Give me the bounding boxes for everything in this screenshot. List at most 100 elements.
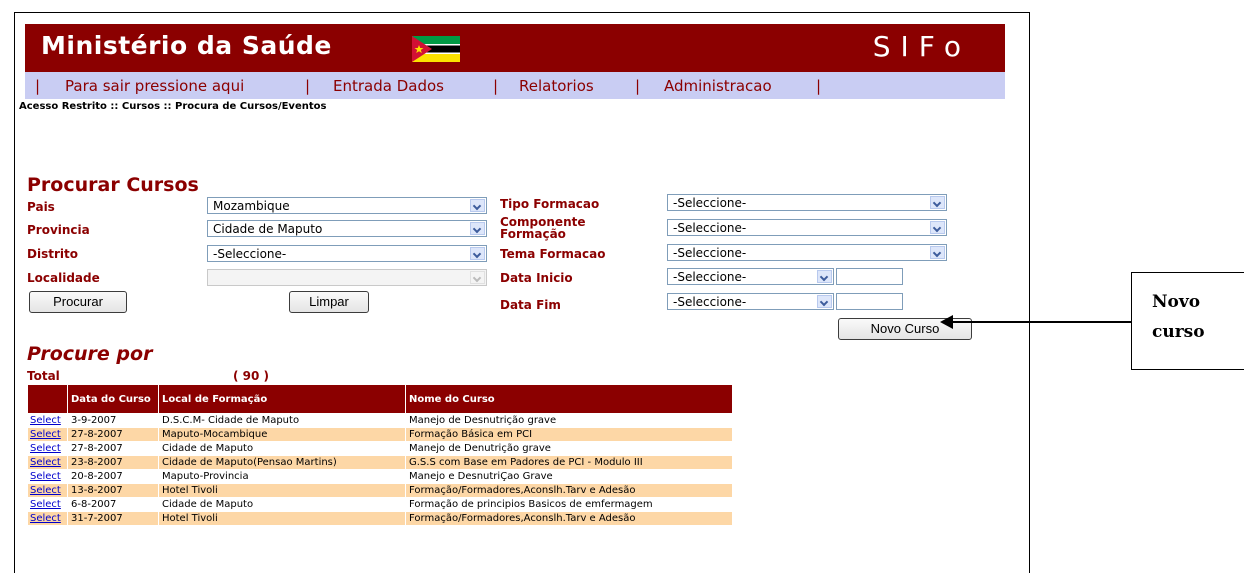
chevron-down-icon (817, 295, 832, 308)
menu-item-sair[interactable]: Para sair pressione aqui (65, 77, 244, 95)
componente-formacao-select[interactable]: -Seleccione- (667, 219, 947, 236)
componente-formacao-label: Componente Formação (500, 215, 586, 241)
cell-nome: G.S.S com Base em Padores de PCI - Modul… (405, 455, 733, 470)
cell-nome: Formação/Formadores,Aconslh.Tarv e Adesã… (405, 511, 733, 526)
cell-data: 6-8-2007 (67, 497, 159, 512)
distrito-label: Distrito (27, 247, 78, 261)
menu-item-entrada-dados[interactable]: Entrada Dados (333, 77, 444, 95)
select-link[interactable]: Select (30, 415, 61, 426)
total-count: ( 90 ) (233, 369, 270, 383)
data-fim-input[interactable] (836, 293, 903, 310)
chevron-down-icon (930, 221, 945, 234)
procurar-button[interactable]: Procurar (29, 291, 127, 313)
mozambique-flag-icon (412, 36, 460, 62)
table-row: Select 27-8-2007 Cidade de Maputo Manejo de… (27, 441, 733, 456)
select-link[interactable]: Select (30, 513, 61, 524)
cell-nome: Manejo de Desnutrição grave (405, 413, 733, 428)
cell-local: Cidade de Maputo (158, 441, 406, 456)
data-fim-select[interactable]: -Seleccione- (667, 293, 834, 310)
data-inicio-label: Data Inicio (500, 271, 573, 285)
cell-nome: Manejo e DesnutriÇao Grave (405, 469, 733, 484)
select-cell: Select (27, 511, 68, 526)
chevron-down-icon (470, 271, 485, 284)
cell-local: Hotel Tivoli (158, 483, 406, 498)
distrito-select[interactable]: -Seleccione- (207, 245, 487, 262)
tipo-formacao-select[interactable]: -Seleccione- (667, 194, 947, 211)
componente-formacao-value: -Seleccione- (673, 221, 747, 235)
cell-data: 31-7-2007 (67, 511, 159, 526)
tema-formacao-select[interactable]: -Seleccione- (667, 244, 947, 261)
chevron-down-icon (930, 246, 945, 259)
provincia-label: Provincia (27, 223, 90, 237)
table-row: Select 13-8-2007 Hotel Tivoli Formação/Form… (27, 483, 733, 498)
tema-formacao-label: Tema Formacao (500, 247, 606, 261)
app-header: Ministério da Saúde SIFo (25, 24, 1005, 72)
cell-data: 3-9-2007 (67, 413, 159, 428)
menu-item-relatorios[interactable]: Relatorios (519, 77, 594, 95)
table-row: Select 3-9-2007 D.S.C.M- Cidade de Maputo M… (27, 413, 733, 428)
cell-data: 20-8-2007 (67, 469, 159, 484)
cell-nome: Formação de principios Basicos de emferm… (405, 497, 733, 512)
cell-data: 27-8-2007 (67, 441, 159, 456)
chevron-down-icon (930, 196, 945, 209)
select-link[interactable]: Select (30, 457, 61, 468)
select-link[interactable]: Select (30, 443, 61, 454)
select-cell: Select (27, 441, 68, 456)
data-fim-label: Data Fim (500, 298, 561, 312)
tipo-formacao-label: Tipo Formacao (500, 197, 600, 211)
select-link[interactable]: Select (30, 485, 61, 496)
callout-line-1: Novo (1152, 292, 1201, 312)
column-header-local: Local de Formação (158, 384, 406, 414)
data-inicio-select[interactable]: -Seleccione- (667, 268, 834, 285)
cell-data: 13-8-2007 (67, 483, 159, 498)
cell-local: Hotel Tivoli (158, 511, 406, 526)
chevron-down-icon (817, 270, 832, 283)
menu-separator: | (35, 77, 41, 95)
menu-separator: | (493, 77, 499, 95)
tema-formacao-value: -Seleccione- (673, 246, 747, 260)
select-cell: Select (27, 413, 68, 428)
cell-data (67, 525, 159, 540)
select-cell: Select (27, 469, 68, 484)
select-cell: Select (27, 427, 68, 442)
data-fim-value: -Seleccione- (673, 295, 747, 309)
breadcrumb: Acesso Restrito :: Cursos :: Procura de … (19, 101, 327, 112)
table-row: Select 20-8-2007 Maputo-Provincia Manejo e … (27, 469, 733, 484)
select-cell: Select (27, 483, 68, 498)
select-link[interactable]: Select (30, 471, 61, 482)
cell-nome: Formação Básica em PCI (405, 427, 733, 442)
chevron-down-icon (470, 247, 485, 260)
provincia-value: Cidade de Maputo (213, 222, 323, 236)
cell-nome (405, 525, 733, 540)
pais-select[interactable]: Mozambique (207, 197, 487, 214)
callout-line-2: curso (1152, 322, 1205, 342)
callout-arrow-line (950, 321, 1131, 323)
search-title: Procurar Cursos (27, 174, 199, 196)
table-row (27, 525, 733, 540)
limpar-button[interactable]: Limpar (289, 291, 369, 313)
results-table: Data do Curso Local de Formação Nome do … (27, 384, 733, 540)
localidade-label: Localidade (27, 271, 100, 285)
cell-local: D.S.C.M- Cidade de Maputo (158, 413, 406, 428)
menu-item-administracao[interactable]: Administracao (664, 77, 772, 95)
menu-bar: | Para sair pressione aqui | Entrada Dad… (25, 72, 1005, 99)
tipo-formacao-value: -Seleccione- (673, 196, 747, 210)
chevron-down-icon (470, 222, 485, 235)
cell-nome: Manejo de Denutrição grave (405, 441, 733, 456)
cell-local: Maputo-Provincia (158, 469, 406, 484)
select-link[interactable]: Select (30, 429, 61, 440)
localidade-select[interactable] (207, 269, 487, 286)
chevron-down-icon (470, 199, 485, 212)
select-link[interactable]: Select (30, 499, 61, 510)
total-label: Total (27, 369, 60, 383)
cell-local: Cidade de Maputo (158, 497, 406, 512)
select-cell: Select (27, 497, 68, 512)
distrito-value: -Seleccione- (213, 247, 287, 261)
data-inicio-input[interactable] (836, 268, 903, 285)
column-header-data: Data do Curso (67, 384, 159, 414)
cell-nome: Formação/Formadores,Aconslh.Tarv e Adesã… (405, 483, 733, 498)
pais-value: Mozambique (213, 199, 290, 213)
provincia-select[interactable]: Cidade de Maputo (207, 220, 487, 237)
menu-separator: | (305, 77, 311, 95)
column-header-nome: Nome do Curso (405, 384, 733, 414)
